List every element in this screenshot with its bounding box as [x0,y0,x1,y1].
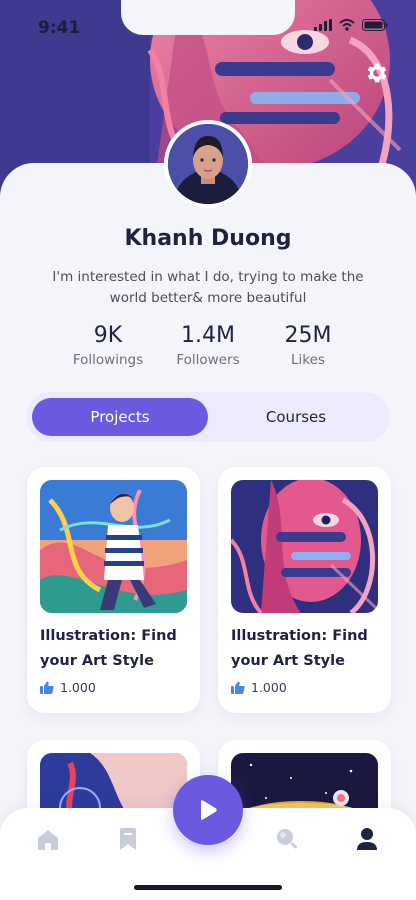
stat-value: 9K [93,323,123,348]
nav-bookmarks[interactable] [113,824,143,854]
thumbs-up-icon [231,681,245,694]
wifi-icon [339,19,355,31]
bookmark-icon [120,828,136,850]
settings-gear-icon[interactable] [364,60,390,86]
play-button[interactable] [173,775,243,845]
likes-count: 1.000 [40,680,96,695]
profile-icon [357,828,377,850]
home-icon [38,829,58,850]
stat-value: 1.4M [181,323,235,348]
home-indicator [134,885,282,890]
status-time: 9:41 [38,18,81,38]
stat-label: Followings [72,352,144,368]
stat-label: Followers [176,352,240,368]
likes-value: 1.000 [60,680,96,695]
avatar[interactable] [164,120,252,208]
nav-search[interactable] [272,824,302,854]
project-card[interactable]: Illustration: Find your Art Style 1.000 [218,467,391,713]
signal-icon [314,19,332,31]
project-thumbnail [40,480,187,613]
project-title: Illustration: Find your Art Style [231,628,368,669]
battery-icon [362,19,388,31]
stat-followings[interactable]: 9K Followings [58,323,158,368]
stat-label: Likes [291,352,325,368]
project-thumbnail [231,480,378,613]
profile-bio: I'm interested in what I do, trying to m… [52,269,364,306]
segmented-tabs: Projects Courses [26,392,390,442]
nav-profile[interactable] [352,824,382,854]
search-icon [277,829,297,849]
status-icons [314,19,388,31]
status-bar: 9:41 [0,0,416,56]
likes-value: 1.000 [251,680,287,695]
profile-name: Khanh Duong [124,226,292,251]
play-icon [201,800,217,820]
likes-count: 1.000 [231,680,287,695]
tab-courses[interactable]: Courses [208,398,384,436]
thumbs-up-icon [40,681,54,694]
stat-followers[interactable]: 1.4M Followers [158,323,258,368]
tab-projects[interactable]: Projects [32,398,208,436]
stat-likes[interactable]: 25M Likes [258,323,358,368]
project-card[interactable]: Illustration: Find your Art Style 1.000 [27,467,200,713]
notch [121,0,295,35]
stats-row: 9K Followings 1.4M Followers 25M Likes [58,323,358,368]
stat-value: 25M [284,323,332,348]
nav-home[interactable] [33,824,63,854]
project-title: Illustration: Find your Art Style [40,628,177,669]
